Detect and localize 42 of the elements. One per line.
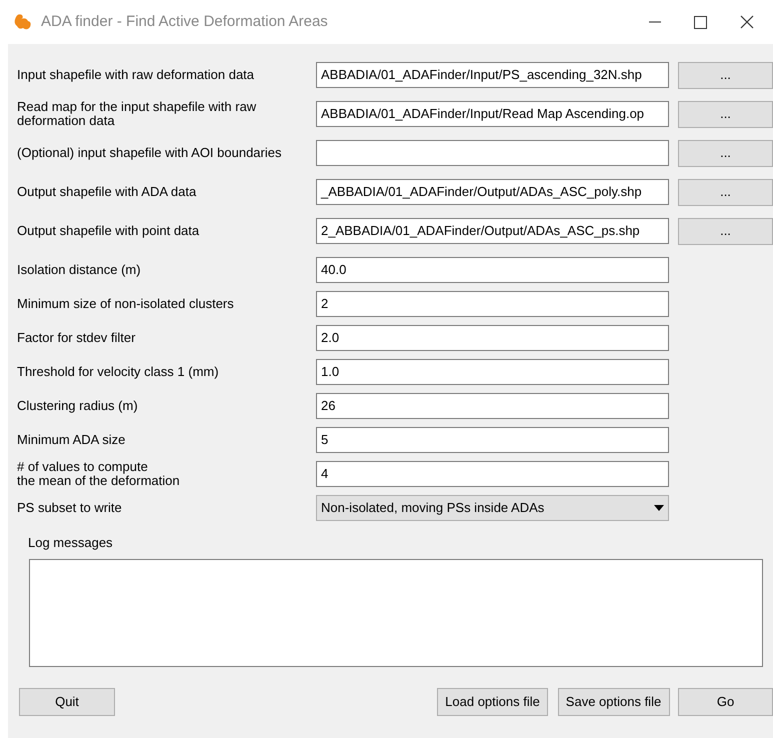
browse-button[interactable]: ... [678, 100, 773, 128]
go-button[interactable]: Go [678, 688, 773, 716]
input-field[interactable]: 2.0 [316, 325, 669, 351]
field-label: Minimum size of non-isolated clusters [16, 296, 235, 312]
field-label: Minimum ADA size [16, 432, 126, 448]
window-title: ADA finder - Find Active Deformation Areas [41, 12, 328, 32]
dropdown[interactable]: Non-isolated, moving PSs inside ADAs [316, 495, 669, 521]
field-label: Output shapefile with ADA data [16, 184, 198, 200]
log-label: Log messages [27, 534, 114, 552]
browse-button[interactable]: ... [678, 62, 773, 88]
load-options-button[interactable]: Load options file [437, 688, 548, 716]
input-field[interactable]: 40.0 [316, 257, 669, 283]
field-label: (Optional) input shapefile with AOI boundaries [16, 146, 282, 160]
input-field[interactable]: ABBADIA/01_ADAFinder/Input/Read Map Ascending.op [316, 101, 669, 127]
app-icon [13, 13, 33, 31]
input-field[interactable]: 5 [316, 427, 669, 453]
field-label: Factor for stdev filter [16, 330, 136, 346]
input-field[interactable]: 2_ABBADIA/01_ADAFinder/Output/ADAs_ASC_ps.shp [316, 218, 669, 244]
browse-button[interactable]: ... [678, 178, 773, 206]
quit-button[interactable]: Quit [19, 688, 115, 716]
input-field[interactable]: 4 [316, 461, 669, 487]
maximize-icon [694, 16, 708, 28]
field-label: Isolation distance (m) [16, 262, 142, 278]
field-label: Clustering radius (m) [16, 398, 139, 414]
field-label: # of values to compute the mean of the deformation [16, 460, 181, 488]
field-label: Read map for the input shapefile with raw deformation data [16, 100, 258, 128]
input-field[interactable]: ABBADIA/01_ADAFinder/Input/PS_ascending_32N.shp [316, 62, 669, 88]
close-icon [740, 15, 754, 29]
input-field[interactable] [316, 140, 669, 166]
input-field[interactable]: 2 [316, 291, 669, 317]
field-label: Threshold for velocity class 1 (mm) [16, 364, 220, 380]
input-field[interactable]: 1.0 [316, 359, 669, 385]
caret-icon [654, 505, 664, 511]
browse-button[interactable]: ... [678, 218, 773, 244]
field-label: PS subset to write [16, 500, 123, 516]
input-field[interactable]: _ABBADIA/01_ADAFinder/Output/ADAs_ASC_poly.shp [316, 179, 669, 205]
browse-button[interactable]: ... [678, 140, 773, 166]
input-field[interactable]: 26 [316, 393, 669, 419]
field-label: Input shapefile with raw deformation data [16, 68, 256, 82]
field-label: Output shapefile with point data [16, 224, 200, 238]
minimize-icon [648, 21, 661, 23]
save-options-button[interactable]: Save options file [558, 688, 670, 716]
